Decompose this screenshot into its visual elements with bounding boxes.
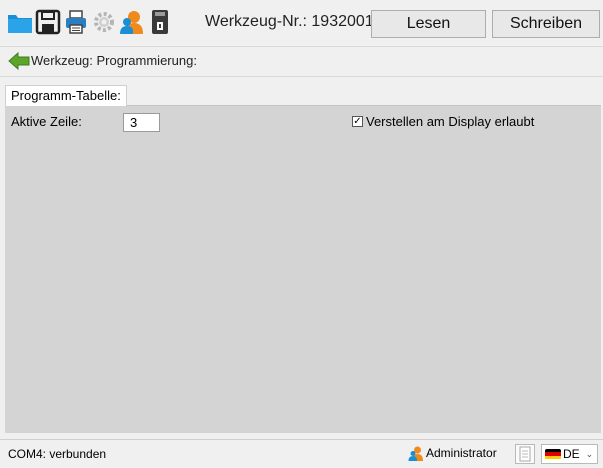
toolbar: Werkzeug-Nr.: 19320014 Lesen Schreiben (0, 0, 603, 46)
write-button[interactable]: Schreiben (492, 10, 600, 38)
connection-status: COM4: verbunden (8, 447, 107, 461)
print-icon[interactable] (63, 9, 89, 35)
document-button[interactable] (515, 444, 535, 464)
german-flag-icon (545, 448, 561, 460)
breadcrumb-divider (0, 76, 603, 77)
tool-number: Werkzeug-Nr.: 19320014 (205, 13, 383, 30)
tab-program-table[interactable]: Programm-Tabelle: (5, 85, 127, 106)
display-adjust-option[interactable]: ✓ Verstellen am Display erlaubt (352, 114, 534, 129)
breadcrumb-text: Werkzeug: Programmierung: (31, 53, 197, 68)
chevron-down-icon: ⌄ (585, 448, 594, 459)
display-adjust-label: Verstellen am Display erlaubt (366, 114, 535, 129)
status-bar: COM4: verbunden Administrator DE ⌄ (0, 439, 603, 468)
language-select[interactable]: DE ⌄ (541, 444, 598, 464)
read-button[interactable]: Lesen (371, 10, 486, 38)
user-icon[interactable] (119, 9, 145, 35)
user-icon (408, 446, 423, 461)
breadcrumb: Werkzeug: Programmierung: (0, 47, 603, 75)
language-label: DE (563, 447, 580, 461)
active-row-label: Aktive Zeile: (11, 114, 82, 129)
settings-icon[interactable] (91, 9, 117, 35)
back-arrow-icon[interactable] (8, 51, 30, 71)
save-icon[interactable] (35, 9, 61, 35)
display-adjust-checkbox[interactable]: ✓ (352, 116, 363, 127)
user-role-label: Administrator (426, 446, 497, 460)
folder-icon[interactable] (7, 9, 33, 35)
active-row-input[interactable]: 3 (123, 113, 160, 132)
usb-device-icon[interactable] (147, 9, 173, 35)
program-table-panel: Aktive Zeile: 3 ✓ Verstellen am Display … (5, 105, 601, 433)
user-role[interactable]: Administrator (408, 445, 497, 461)
document-icon (519, 446, 531, 462)
